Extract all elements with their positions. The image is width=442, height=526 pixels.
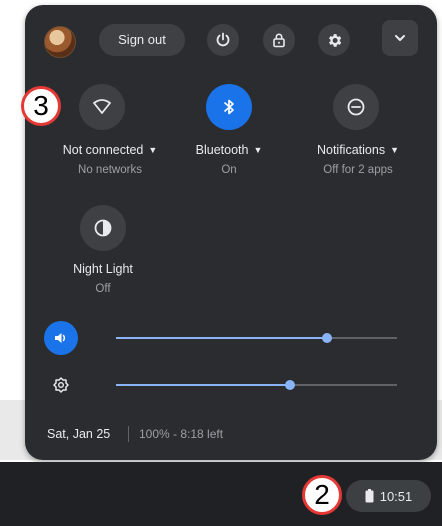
volume-slider-thumb[interactable]: [321, 333, 332, 343]
avatar[interactable]: [44, 26, 76, 58]
status-area[interactable]: 10:51: [346, 480, 431, 512]
caret-down-icon: ▼: [148, 145, 158, 155]
clock-time: 10:51: [379, 488, 413, 504]
lock-icon: [273, 33, 285, 48]
bluetooth-toggle[interactable]: [206, 84, 252, 130]
bluetooth-label[interactable]: Bluetooth ▼: [164, 143, 294, 157]
network-label[interactable]: Not connected ▼: [45, 143, 175, 157]
network-toggle[interactable]: [79, 84, 125, 130]
volume-mute-button[interactable]: [44, 321, 78, 355]
settings-button[interactable]: [318, 24, 350, 56]
notifications-sublabel: Off for 2 apps: [323, 164, 393, 176]
caret-down-icon: ▼: [253, 145, 263, 155]
gear-icon: [328, 33, 341, 47]
caret-down-icon: ▼: [390, 145, 399, 155]
step-two-callout: 2: [302, 475, 342, 515]
night-light-sublabel: Off: [95, 283, 111, 295]
brightness-slider-fill: [116, 384, 291, 386]
bluetooth-sublabel: On: [221, 164, 237, 176]
volume-slider[interactable]: [116, 333, 397, 343]
night-light-icon: [94, 219, 112, 237]
power-button[interactable]: [207, 24, 239, 56]
night-light-toggle[interactable]: [80, 205, 126, 251]
night-light-label[interactable]: Night Light: [38, 262, 168, 276]
footer-divider: [128, 426, 129, 442]
collapse-button[interactable]: [382, 20, 418, 56]
step-three-callout: 3: [21, 86, 61, 126]
sign-out-button[interactable]: Sign out: [99, 24, 185, 56]
network-sublabel: No networks: [78, 164, 142, 176]
brightness-button: [44, 368, 78, 402]
notifications-label[interactable]: Notifications ▼: [293, 143, 423, 157]
lock-button[interactable]: [263, 24, 295, 56]
battery-icon: [365, 489, 374, 503]
chevron-down-icon: [395, 35, 405, 41]
notifications-toggle[interactable]: [333, 84, 379, 130]
bluetooth-icon: [224, 99, 234, 115]
brightness-icon: [53, 377, 69, 393]
battery-status: 100% - 8:18 left: [139, 427, 224, 441]
brightness-slider[interactable]: [116, 380, 397, 390]
date-label[interactable]: Sat, Jan 25: [47, 427, 110, 441]
power-icon: [216, 32, 230, 47]
wifi-off-icon: [93, 99, 111, 114]
volume-icon: [55, 333, 66, 343]
do-not-disturb-icon: [347, 98, 365, 116]
volume-slider-fill: [116, 337, 327, 339]
